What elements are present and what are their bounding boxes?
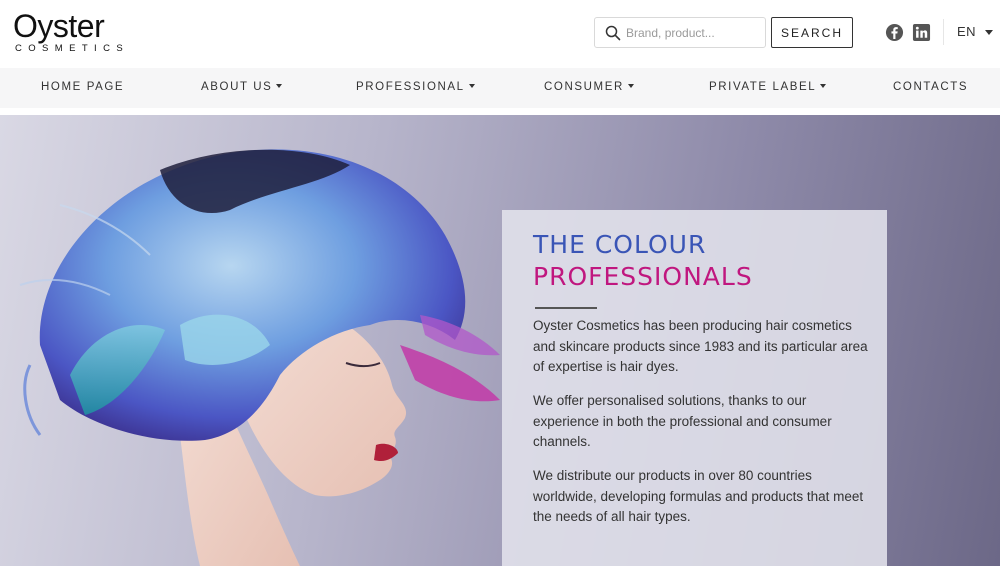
nav-item-about-us[interactable]: ABOUT US <box>201 81 283 93</box>
nav-item-home-page[interactable]: HOME PAGE <box>41 81 124 93</box>
nav-item-label: CONTACTS <box>893 81 969 93</box>
linkedin-icon[interactable] <box>912 23 931 42</box>
nav-item-label: PRIVATE LABEL <box>709 81 817 93</box>
search-box <box>594 17 766 48</box>
nav-spacer <box>0 108 1000 115</box>
chevron-down-icon <box>627 84 634 88</box>
search-icon <box>605 25 621 41</box>
hero-text-panel: THE COLOUR PROFESSIONALS Oyster Cosmetic… <box>502 210 887 566</box>
nav-item-label: PROFESSIONAL <box>356 81 465 93</box>
main-nav: HOME PAGE ABOUT US PROFESSIONAL CONSUMER… <box>0 68 1000 108</box>
chevron-down-icon[interactable] <box>985 30 993 35</box>
language-divider <box>943 19 944 45</box>
chevron-down-icon <box>820 84 827 88</box>
site-header: Oyster COSMETICS SEARCH EN <box>0 0 1000 68</box>
logo-wordmark: Oyster <box>13 8 105 44</box>
hero-title-line1: THE COLOUR <box>533 230 707 259</box>
hero-banner: THE COLOUR PROFESSIONALS Oyster Cosmetic… <box>0 115 1000 566</box>
nav-item-label: ABOUT US <box>201 81 273 93</box>
facebook-icon[interactable] <box>885 23 904 42</box>
nav-item-contacts[interactable]: CONTACTS <box>893 81 968 93</box>
search-button[interactable]: SEARCH <box>771 17 853 48</box>
oyster-logo[interactable]: Oyster COSMETICS <box>13 9 183 57</box>
nav-item-professional[interactable]: PROFESSIONAL <box>356 81 475 93</box>
nav-item-private-label[interactable]: PRIVATE LABEL <box>709 81 827 93</box>
search-input[interactable] <box>626 18 762 47</box>
nav-item-label: HOME PAGE <box>41 81 125 93</box>
hero-paragraph: Oyster Cosmetics has been producing hair… <box>533 318 868 374</box>
nav-item-label: CONSUMER <box>544 81 624 93</box>
chevron-down-icon <box>468 84 475 88</box>
hero-paragraph: We distribute our products in over 80 co… <box>533 468 864 524</box>
language-selector[interactable]: EN <box>957 24 976 39</box>
hero-title-line2: PROFESSIONALS <box>533 262 753 291</box>
logo-tagline: COSMETICS <box>15 43 130 54</box>
title-divider <box>535 307 597 309</box>
nav-item-consumer[interactable]: CONSUMER <box>544 81 634 93</box>
chevron-down-icon <box>276 84 283 88</box>
hero-paragraph: We offer personalised solutions, thanks … <box>533 393 832 449</box>
